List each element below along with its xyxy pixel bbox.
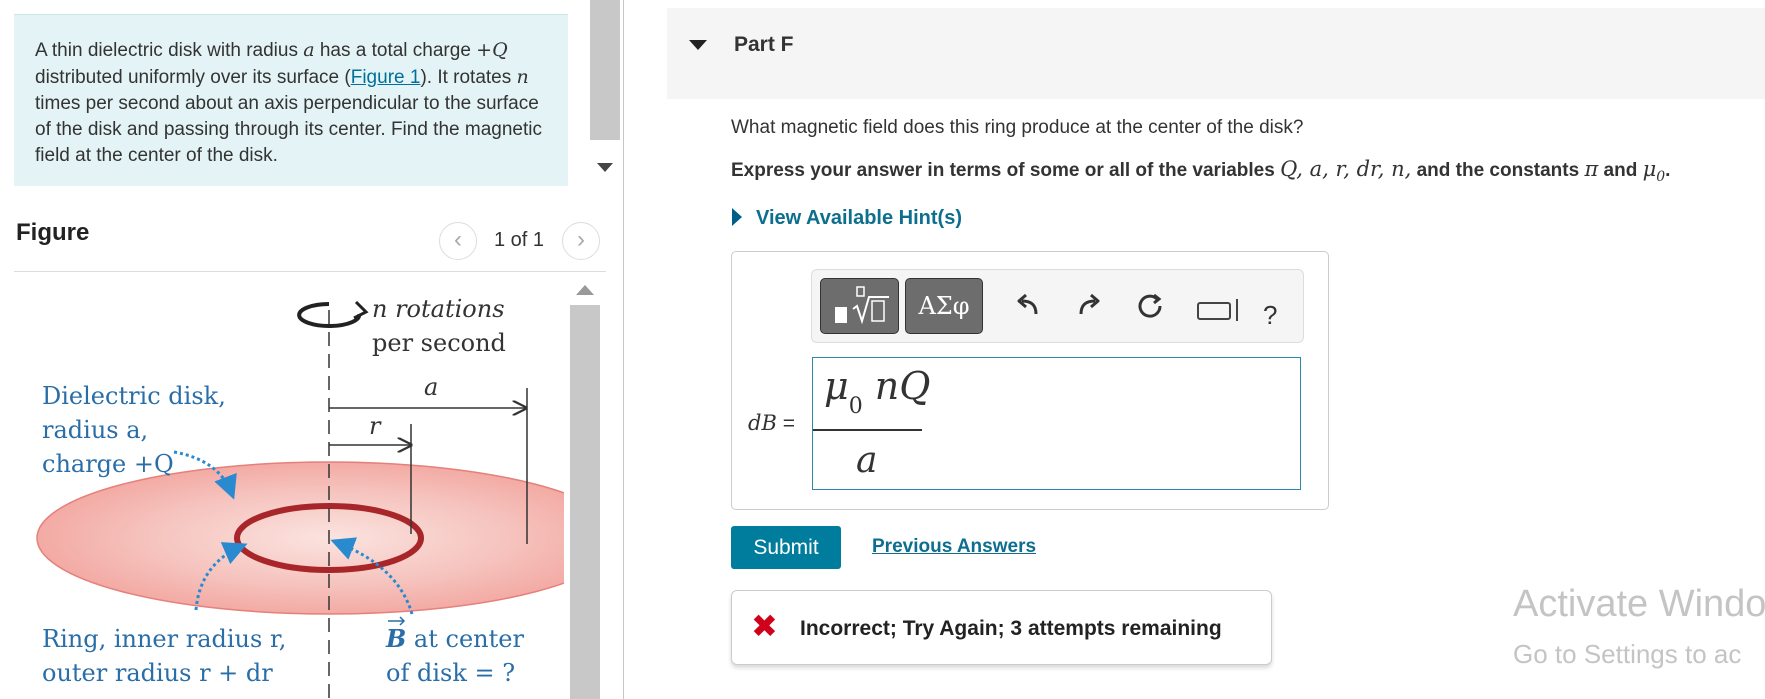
figure-prev-button[interactable]: ‹	[439, 222, 477, 260]
pane-divider[interactable]	[623, 0, 624, 699]
answer-numerator[interactable]: μ0 nQ	[824, 364, 930, 419]
instructions-text: Express your answer in terms of some or …	[731, 160, 1281, 181]
problem-text: distributed uniformly over its surface (	[35, 67, 351, 88]
var-a: a	[303, 39, 315, 61]
instructions-text: and the constants	[1411, 160, 1585, 181]
label-r: r	[369, 412, 382, 440]
var-charge: +Q	[476, 39, 508, 61]
label-a: a	[424, 373, 438, 401]
instructions-const-pi: π	[1584, 157, 1599, 181]
instructions: Express your answer in terms of some or …	[731, 157, 1670, 185]
var-n: n	[516, 66, 529, 88]
answer-label-var: dB	[748, 411, 777, 435]
instructions-text: .	[1665, 160, 1671, 181]
label-ring-2: outer radius r + dr	[42, 659, 273, 687]
feedback-message: Incorrect; Try Again; 3 attempts remaini…	[800, 617, 1222, 640]
figure-next-button[interactable]: ›	[562, 222, 600, 260]
reset-icon[interactable]	[1137, 292, 1165, 325]
answer-label-eq: =	[776, 412, 795, 435]
label-dielectric-1: Dielectric disk,	[42, 382, 226, 410]
dielectric-disk	[36, 461, 564, 615]
figure-diagram: n rotations per second a r Dielectric di…	[36, 295, 564, 699]
label-b-field: B at center	[385, 624, 524, 653]
label-per-second: per second	[372, 329, 506, 357]
label-rotations-1: n rotations	[372, 295, 505, 323]
numerator-sub: 0	[848, 394, 863, 419]
figure-link[interactable]: Figure 1	[351, 67, 421, 88]
scroll-up-arrow-icon[interactable]	[576, 285, 594, 295]
figure-page-count: 1 of 1	[494, 229, 545, 251]
instructions-text: and	[1598, 160, 1643, 181]
label-dielectric-2: radius a,	[42, 416, 148, 444]
problem-text: times per second about an axis perpendic…	[35, 93, 542, 166]
greek-symbols-button[interactable]: ΑΣφ	[905, 278, 983, 334]
templates-button[interactable]	[820, 278, 899, 334]
instructions-const-mu: μ	[1642, 157, 1657, 181]
activation-watermark-subtitle: Go to Settings to ac	[1513, 639, 1742, 669]
figure-divider	[14, 271, 606, 272]
figure-scrollbar-thumb[interactable]	[570, 305, 600, 699]
scroll-down-arrow-icon[interactable]	[597, 163, 613, 172]
instructions-vars: Q, a, r, dr, n,	[1280, 157, 1412, 181]
label-b-vector: B	[385, 624, 406, 653]
chevron-right-icon: ›	[577, 226, 585, 253]
problem-text: A thin dielectric disk with radius	[35, 40, 304, 61]
problem-text: ). It rotates	[420, 67, 517, 88]
keyboard-icon[interactable]	[1197, 302, 1231, 320]
view-hints-link[interactable]: View Available Hint(s)	[756, 207, 962, 230]
problem-text: has a total charge	[314, 40, 477, 61]
templates-icon	[835, 286, 889, 325]
label-dielectric-3: charge +Q	[42, 450, 174, 478]
answer-denominator[interactable]: a	[856, 440, 877, 481]
hint-caret-icon[interactable]	[732, 208, 742, 226]
part-header[interactable]	[667, 8, 1765, 99]
redo-icon[interactable]	[1077, 292, 1103, 323]
activation-watermark-title: Activate Windo	[1513, 583, 1765, 625]
numerator-rest: nQ	[862, 364, 931, 408]
answer-label: dB =	[748, 411, 795, 436]
label-rotations: n rotations	[372, 295, 505, 323]
instructions-mu-sub: 0	[1656, 168, 1666, 185]
cursor-bar-icon	[1236, 299, 1238, 321]
x-icon: ✖	[751, 608, 778, 644]
question-text: What magnetic field does this ring produ…	[731, 117, 1304, 138]
fraction-bar	[813, 429, 922, 431]
problem-statement: A thin dielectric disk with radius a has…	[14, 14, 568, 186]
label-b-field-2: of disk = ?	[386, 659, 515, 687]
label-ring-1: Ring, inner radius r,	[42, 625, 286, 653]
undo-icon[interactable]	[1014, 292, 1040, 323]
numerator-mu: μ	[824, 364, 849, 408]
figure-title: Figure	[16, 219, 90, 246]
collapse-caret-icon[interactable]	[689, 40, 707, 50]
part-title: Part F	[734, 33, 794, 56]
help-button[interactable]: ?	[1263, 300, 1277, 331]
previous-answers-link[interactable]: Previous Answers	[872, 536, 1036, 558]
label-b-field-1: at center	[406, 625, 524, 653]
submit-button[interactable]: Submit	[731, 526, 841, 569]
problem-scrollbar-thumb[interactable]	[590, 0, 620, 140]
chevron-left-icon: ‹	[454, 226, 462, 253]
